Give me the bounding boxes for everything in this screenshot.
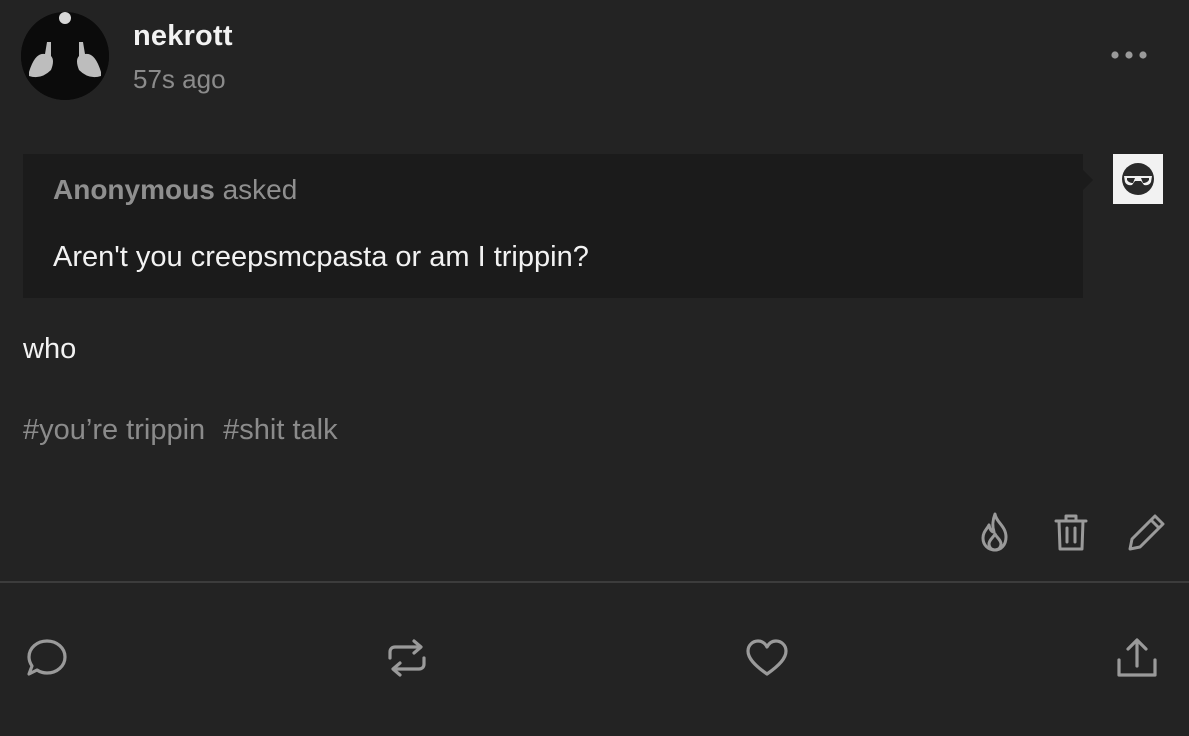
post-timestamp: 57s ago (133, 64, 226, 94)
more-horizontal-icon (1111, 51, 1147, 59)
reblog-icon (388, 639, 426, 677)
footer-divider (0, 581, 1189, 583)
ask-header: Anonymous asked (53, 174, 297, 206)
like-button[interactable] (744, 636, 790, 680)
share-button[interactable] (1114, 636, 1160, 680)
post-username[interactable]: nekrott (133, 20, 233, 53)
post-card: nekrott 57s ago Anonymous asked Aren't y… (0, 0, 1189, 736)
trash-icon (1054, 514, 1088, 551)
ask-question: Aren't you creepsmcpasta or am I trippin… (53, 241, 589, 273)
tag-link[interactable]: #shit talk (223, 414, 337, 447)
more-options-button[interactable] (1104, 40, 1154, 70)
flame-icon (981, 512, 1008, 552)
post-answer: who (23, 333, 77, 365)
edit-icon (1128, 514, 1165, 551)
anonymous-avatar (1113, 154, 1163, 204)
asker-name: Anonymous (53, 174, 215, 205)
reply-button[interactable] (24, 636, 70, 680)
reblog-button[interactable] (384, 636, 430, 680)
blaze-button[interactable] (974, 510, 1016, 554)
tag-link[interactable]: #you’re trippin (23, 414, 205, 447)
share-icon (1117, 638, 1157, 677)
ask-box: Anonymous asked Aren't you creepsmcpasta… (23, 154, 1093, 298)
asked-label: asked (222, 174, 298, 205)
delete-button[interactable] (1050, 510, 1092, 554)
avatar-image (21, 12, 109, 100)
user-avatar[interactable] (21, 12, 109, 100)
reply-icon (27, 639, 67, 676)
anonymous-sunglasses-icon (1113, 154, 1163, 204)
like-icon (746, 639, 788, 676)
post-tags: #you’re trippin #shit talk (23, 414, 338, 447)
edit-button[interactable] (1125, 510, 1169, 554)
